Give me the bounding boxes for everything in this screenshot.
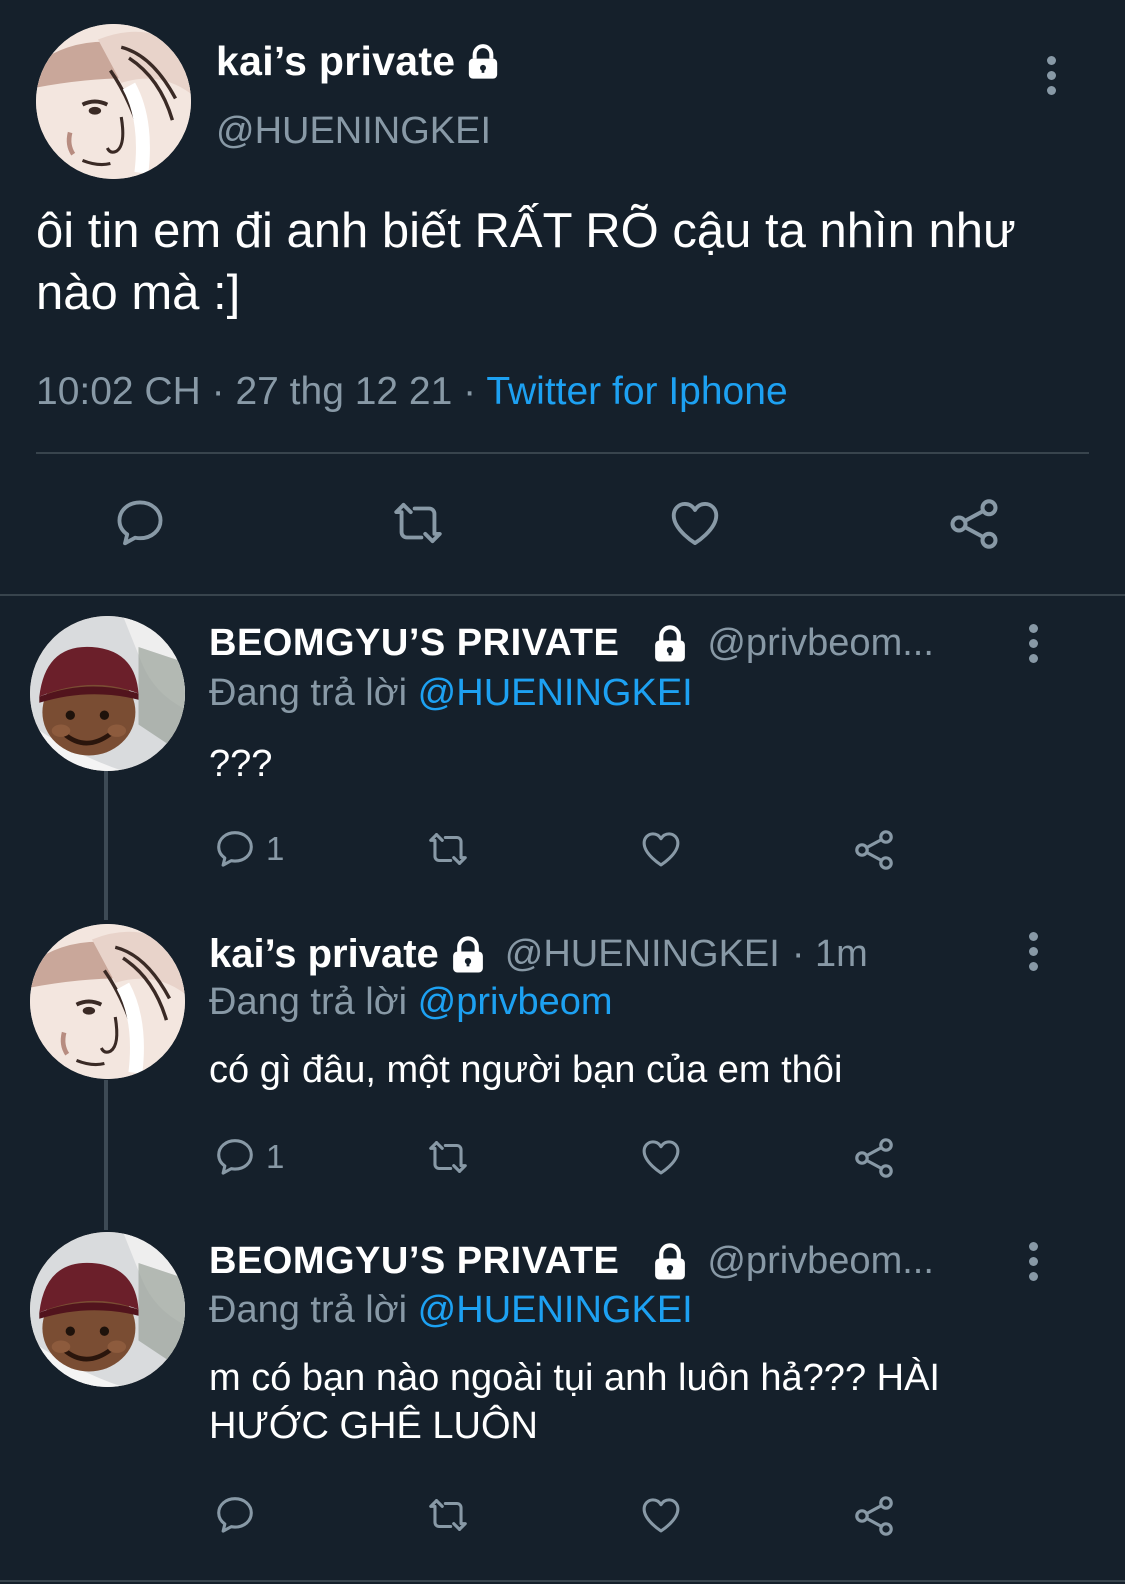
main-more-icon[interactable]	[1044, 56, 1058, 95]
reply-text: có gì đâu, một người bạn của em thôi	[209, 1049, 843, 1091]
replying-to: Đang trả lời @HUENINGKEI	[209, 1289, 693, 1331]
main-tweet-author[interactable]: kai’s private	[216, 38, 503, 85]
reply-share-button[interactable]	[850, 826, 898, 874]
reply-icon	[212, 826, 258, 872]
reply-like-button[interactable]	[637, 826, 685, 872]
share-icon	[850, 826, 898, 874]
reply-like-button[interactable]	[637, 1492, 685, 1538]
reply-text: m có bạn nào ngoài tụi anh luôn hả??? HÀ…	[209, 1357, 940, 1447]
main-display-name: kai’s private	[216, 38, 456, 84]
share-icon	[850, 1492, 898, 1540]
retweet-icon	[386, 494, 450, 552]
reply-display-name[interactable]: BEOMGYU’S PRIVATE	[209, 1240, 619, 1283]
reply-more-icon[interactable]	[1026, 932, 1040, 971]
like-icon	[637, 1134, 685, 1180]
reply-reply-button[interactable]: 1	[212, 1134, 284, 1180]
main-handle[interactable]: @HUENINGKEI	[216, 110, 491, 153]
reply-header: kai’s private @HUENINGKEI · 1m	[209, 932, 868, 977]
like-icon	[637, 1492, 685, 1538]
child-in-beanie-avatar-icon	[30, 1232, 185, 1387]
main-reply-button[interactable]	[111, 494, 169, 552]
reply-handle[interactable]: @privbeom...	[707, 622, 934, 665]
replying-to-link[interactable]: @privbeom	[418, 981, 613, 1023]
reply-count: 1	[266, 830, 285, 867]
reply-handle[interactable]: @privbeom...	[707, 1240, 934, 1283]
replying-to-link[interactable]: @HUENINGKEI	[418, 672, 693, 714]
reply-avatar[interactable]	[30, 924, 185, 1079]
tweet-source-link[interactable]: Twitter for Iphone	[486, 370, 787, 413]
main-tweet-avatar[interactable]	[36, 24, 191, 179]
reply-avatar[interactable]	[30, 616, 185, 771]
retweet-icon	[422, 1492, 474, 1538]
lock-icon	[649, 1241, 691, 1283]
reply-more-icon[interactable]	[1026, 1242, 1040, 1281]
reply-retweet-button[interactable]	[422, 1134, 474, 1180]
reply-header: BEOMGYU’S PRIVATE @privbeom...	[209, 1240, 934, 1283]
share-icon	[944, 494, 1004, 554]
like-icon	[665, 494, 725, 552]
lock-icon	[463, 42, 503, 82]
meta-separator: ·	[211, 370, 225, 413]
reply-display-name[interactable]: BEOMGYU’S PRIVATE	[209, 622, 619, 665]
reply-more-icon[interactable]	[1026, 624, 1040, 663]
main-retweet-button[interactable]	[386, 494, 450, 552]
thread-line	[104, 1080, 108, 1230]
cartoon-face-avatar-icon	[30, 924, 185, 1079]
lock-icon	[447, 934, 489, 976]
main-like-button[interactable]	[665, 494, 725, 552]
retweet-icon	[422, 1134, 474, 1180]
reply-like-button[interactable]	[637, 1134, 685, 1180]
like-icon	[637, 826, 685, 872]
main-tweet-text: ôi tin em đi anh biết RẤT RÕ cậu ta nhìn…	[36, 204, 1016, 320]
bottom-divider	[0, 1580, 1125, 1582]
main-share-button[interactable]	[944, 494, 1004, 554]
replying-to: Đang trả lời @HUENINGKEI	[209, 672, 693, 714]
reply-share-button[interactable]	[850, 1492, 898, 1540]
reply-icon	[212, 1492, 258, 1538]
cartoon-face-avatar-icon	[36, 24, 191, 179]
reply-icon	[212, 1134, 258, 1180]
divider	[36, 452, 1089, 454]
main-tweet-meta: 10:02 CH · 27 thg 12 21 · Twitter for Ip…	[36, 370, 788, 414]
reply-retweet-button[interactable]	[422, 1492, 474, 1538]
reply-header: BEOMGYU’S PRIVATE @privbeom...	[209, 622, 934, 665]
meta-separator: ·	[463, 370, 477, 413]
reply-count: 1	[266, 1138, 285, 1175]
thread-line	[104, 770, 108, 920]
reply-reply-button[interactable]	[212, 1492, 258, 1538]
tweet-time: 10:02 CH	[36, 370, 201, 413]
tweet-date: 27 thg 12 21	[235, 370, 453, 413]
child-in-beanie-avatar-icon	[30, 616, 185, 771]
retweet-icon	[422, 826, 474, 872]
reply-retweet-button[interactable]	[422, 826, 474, 872]
reply-text: ???	[209, 743, 273, 785]
reply-share-button[interactable]	[850, 1134, 898, 1182]
replying-to: Đang trả lời @privbeom	[209, 981, 613, 1023]
section-divider	[0, 594, 1125, 596]
share-icon	[850, 1134, 898, 1182]
reply-display-name[interactable]: kai’s private	[209, 932, 439, 977]
reply-avatar[interactable]	[30, 1232, 185, 1387]
reply-handle[interactable]: @HUENINGKEI	[505, 933, 780, 976]
reply-icon	[111, 494, 169, 552]
replying-to-link[interactable]: @HUENINGKEI	[418, 1289, 693, 1331]
reply-time: · 1m	[791, 933, 868, 975]
lock-icon	[649, 623, 691, 665]
reply-reply-button[interactable]: 1	[212, 826, 284, 872]
